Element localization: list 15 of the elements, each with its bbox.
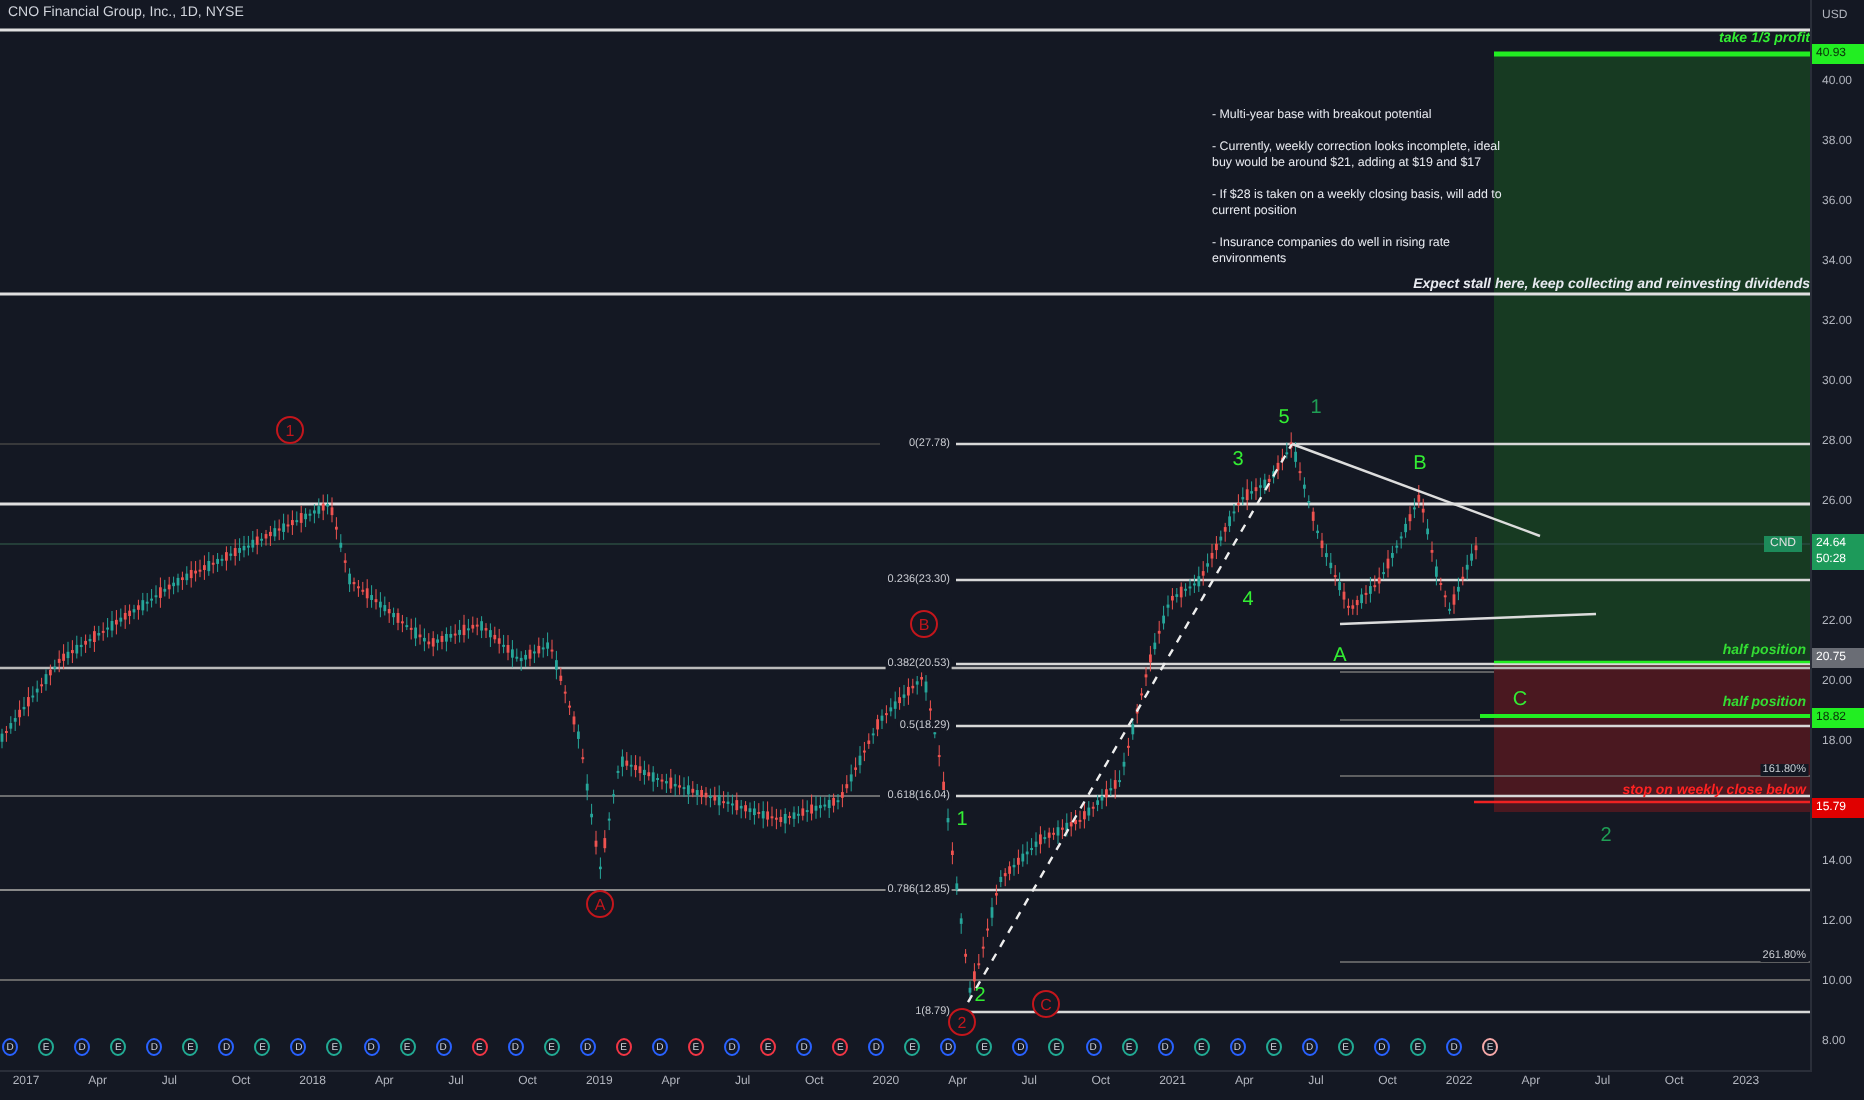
wave-label: A [586, 890, 614, 918]
wave-label: 1 [276, 416, 304, 444]
wave-label: C [1032, 990, 1060, 1018]
wave-label: 4 [1242, 589, 1254, 611]
wave-label: B [1413, 453, 1427, 475]
wave-label: 2 [948, 1008, 976, 1036]
wave-label: 5 [1278, 407, 1290, 429]
wave-label: A [1333, 645, 1347, 667]
wave-label: C [1512, 689, 1528, 711]
wave-label: 1 [956, 809, 968, 831]
wave-label: B [910, 610, 938, 638]
wave-label: 1 [1310, 397, 1322, 419]
wave-label: 3 [1232, 449, 1244, 471]
wave-label: 2 [1600, 825, 1612, 847]
wave-label: 2 [974, 985, 986, 1007]
